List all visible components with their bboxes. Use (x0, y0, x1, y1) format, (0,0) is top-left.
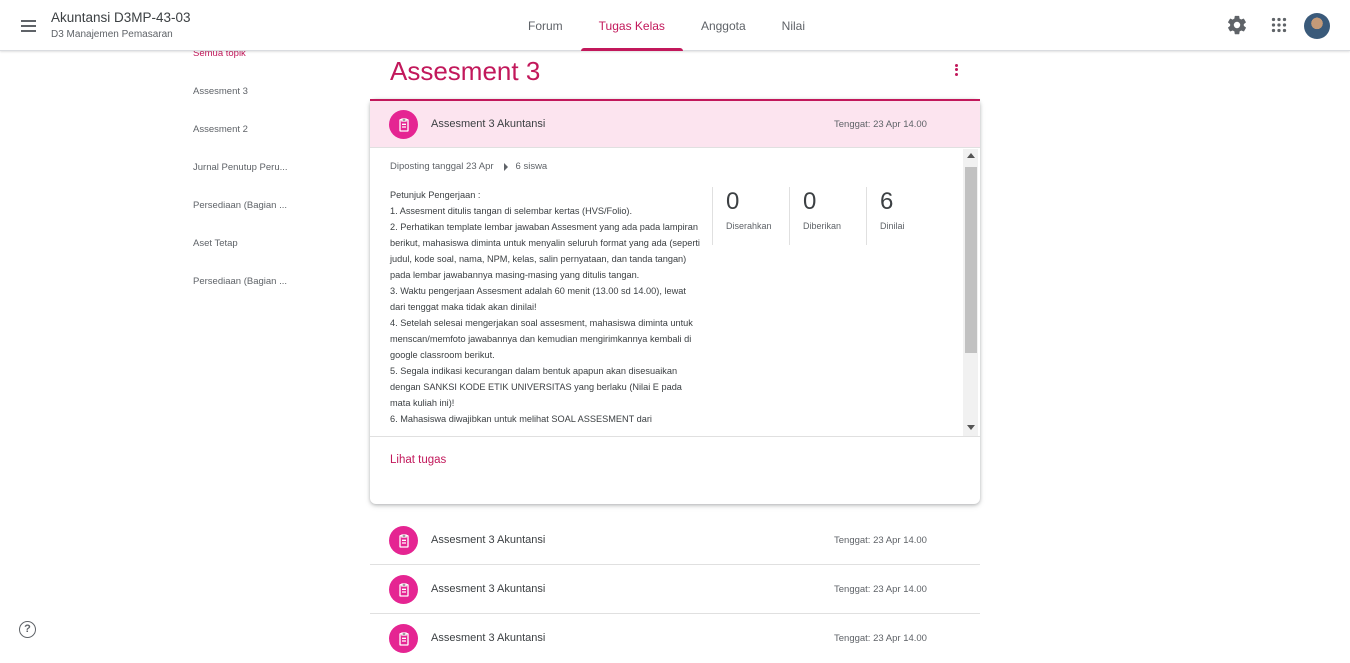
instruction-line: 6. Mahasiswa diwajibkan untuk melihat SO… (390, 414, 652, 424)
stat-turned-in[interactable]: 0 Diserahkan (712, 187, 789, 245)
tab-members[interactable]: Anggota (683, 0, 764, 51)
details-scrollbar[interactable] (963, 149, 978, 436)
posted-info: Diposting tanggal 23 Apr 6 siswa (390, 161, 547, 172)
stat-value: 6 (880, 188, 894, 215)
app-header: Akuntansi D3MP-43-03 D3 Manajemen Pemasa… (0, 0, 1350, 51)
assignment-icon (389, 624, 418, 653)
tab-bar: Forum Tugas Kelas Anggota Nilai (510, 0, 823, 51)
menu-icon[interactable] (17, 14, 41, 38)
assignment-title: Assesment 3 Akuntansi (431, 583, 546, 595)
assignment-icon (389, 526, 418, 555)
assignment-card-header[interactable]: Assesment 3 Akuntansi Tenggat: 23 Apr 14… (370, 99, 980, 148)
instruction-line: 5. Segala indikasi kecurangan dalam bent… (390, 366, 682, 408)
scroll-down-arrow-icon[interactable] (967, 425, 975, 430)
settings-icon[interactable] (1226, 14, 1248, 36)
assignment-due: Tenggat: 23 Apr 14.00 (834, 119, 927, 130)
more-vert-icon[interactable] (946, 62, 966, 82)
assignment-icon (389, 575, 418, 604)
assignment-icon (389, 110, 418, 139)
topic-title: Assesment 3 (390, 56, 541, 86)
instruction-line: 3. Waktu pengerjaan Assesment adalah 60 … (390, 286, 686, 312)
stat-value: 0 (803, 188, 817, 215)
assignment-title: Assesment 3 Akuntansi (431, 534, 546, 546)
assignment-title: Assesment 3 Akuntansi (431, 118, 546, 130)
assignment-due: Tenggat: 23 Apr 14.00 (834, 535, 927, 546)
stat-label: Diserahkan (726, 221, 772, 231)
assignment-details: Diposting tanggal 23 Apr 6 siswa Petunju… (370, 149, 980, 437)
assigned-students[interactable]: 6 siswa (516, 161, 548, 172)
tab-forum[interactable]: Forum (510, 0, 581, 51)
tab-grades[interactable]: Nilai (764, 0, 823, 51)
apps-grid-icon[interactable] (1268, 14, 1290, 36)
assignment-due: Tenggat: 23 Apr 14.00 (834, 633, 927, 644)
assignment-card-expanded: Assesment 3 Akuntansi Tenggat: 23 Apr 14… (370, 99, 980, 504)
assignment-row[interactable]: Assesment 3 Akuntansi Tenggat: 23 Apr 14… (370, 565, 980, 614)
assignment-title: Assesment 3 Akuntansi (431, 632, 546, 644)
sidebar-item-jurnal-penutup[interactable]: Jurnal Penutup Peru... (193, 158, 301, 196)
instruction-line: 4. Setelah selesai mengerjakan soal asse… (390, 318, 693, 360)
instruction-line: 2. Perhatikan template lembar jawaban As… (390, 222, 700, 280)
stat-label: Diberikan (803, 221, 842, 231)
instruction-line: 1. Assesment ditulis tangan di selembar … (390, 206, 633, 216)
avatar[interactable] (1304, 13, 1330, 39)
scrollbar-thumb[interactable] (965, 167, 977, 353)
sidebar-item-aset-tetap[interactable]: Aset Tetap (193, 234, 301, 272)
help-icon[interactable]: ? (19, 621, 36, 638)
stat-label: Dinilai (880, 221, 905, 231)
sidebar-item-persediaan-1[interactable]: Persediaan (Bagian ... (193, 196, 301, 234)
class-title[interactable]: Akuntansi D3MP-43-03 (51, 10, 191, 25)
class-subtitle: D3 Manajemen Pemasaran (51, 29, 173, 40)
tab-classwork[interactable]: Tugas Kelas (580, 0, 684, 51)
stat-assigned[interactable]: 0 Diberikan (789, 187, 866, 245)
assignment-instructions: Petunjuk Pengerjaan : 1. Assesment ditul… (390, 187, 700, 427)
stat-graded[interactable]: 6 Dinilai (866, 187, 943, 245)
assignment-row[interactable]: Assesment 3 Akuntansi Tenggat: 23 Apr 14… (370, 614, 980, 663)
sidebar-item-assesment-3[interactable]: Assesment 3 (193, 82, 301, 120)
arrow-right-icon (503, 162, 508, 171)
scroll-up-arrow-icon[interactable] (967, 153, 975, 158)
stat-value: 0 (726, 188, 740, 215)
assignment-due: Tenggat: 23 Apr 14.00 (834, 584, 927, 595)
posted-date: Diposting tanggal 23 Apr (390, 161, 494, 172)
sidebar-item-persediaan-2[interactable]: Persediaan (Bagian ... (193, 272, 301, 310)
assignment-stats: 0 Diserahkan 0 Diberikan 6 Dinilai (712, 187, 943, 245)
sidebar-item-assesment-2[interactable]: Assesment 2 (193, 120, 301, 158)
instruction-line: Petunjuk Pengerjaan : (390, 190, 481, 200)
topic-sidebar: Semua topik Assesment 3 Assesment 2 Jurn… (193, 44, 343, 310)
view-assignment-link[interactable]: Lihat tugas (390, 454, 446, 466)
assignment-row[interactable]: Assesment 3 Akuntansi Tenggat: 23 Apr 14… (370, 516, 980, 565)
